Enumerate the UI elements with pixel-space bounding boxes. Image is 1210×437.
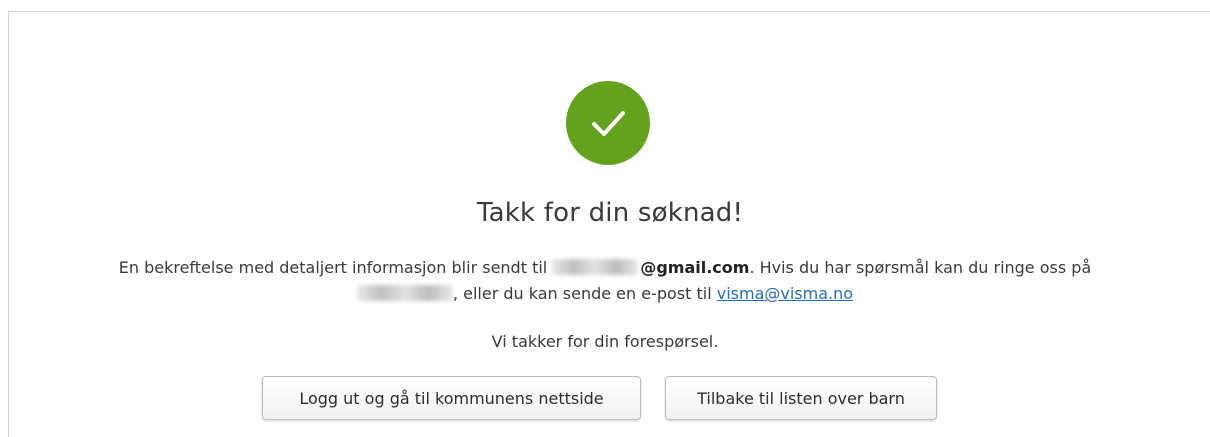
- message-text-part3: , eller du kan sende en e-post til: [452, 284, 717, 303]
- message-line-2: , eller du kan sende en e-post til visma…: [0, 281, 1210, 307]
- redacted-email-user: [552, 259, 639, 275]
- message-text-part1: En bekreftelse med detaljert informasjon…: [118, 258, 553, 277]
- thanks-text: Vi takker for din forespørsel.: [491, 332, 719, 351]
- page-title: Takk for din søknad!: [476, 198, 744, 228]
- confirmation-message: En bekreftelse med detaljert informasjon…: [0, 255, 1210, 307]
- back-to-children-list-button[interactable]: Tilbake til listen over barn: [665, 376, 937, 420]
- email-domain: @gmail.com: [640, 258, 750, 277]
- success-checkmark-icon: [566, 81, 650, 165]
- message-line-1: En bekreftelse med detaljert informasjon…: [0, 255, 1210, 281]
- contact-email-link[interactable]: visma@visma.no: [717, 284, 853, 303]
- confirmation-panel: Takk for din søknad!: [8, 11, 1210, 437]
- message-text-part2: . Hvis du har spørsmål kan du ringe oss …: [749, 258, 1092, 277]
- redacted-phone-number: [356, 285, 453, 301]
- logout-button[interactable]: Logg ut og gå til kommunens nettside: [262, 376, 641, 420]
